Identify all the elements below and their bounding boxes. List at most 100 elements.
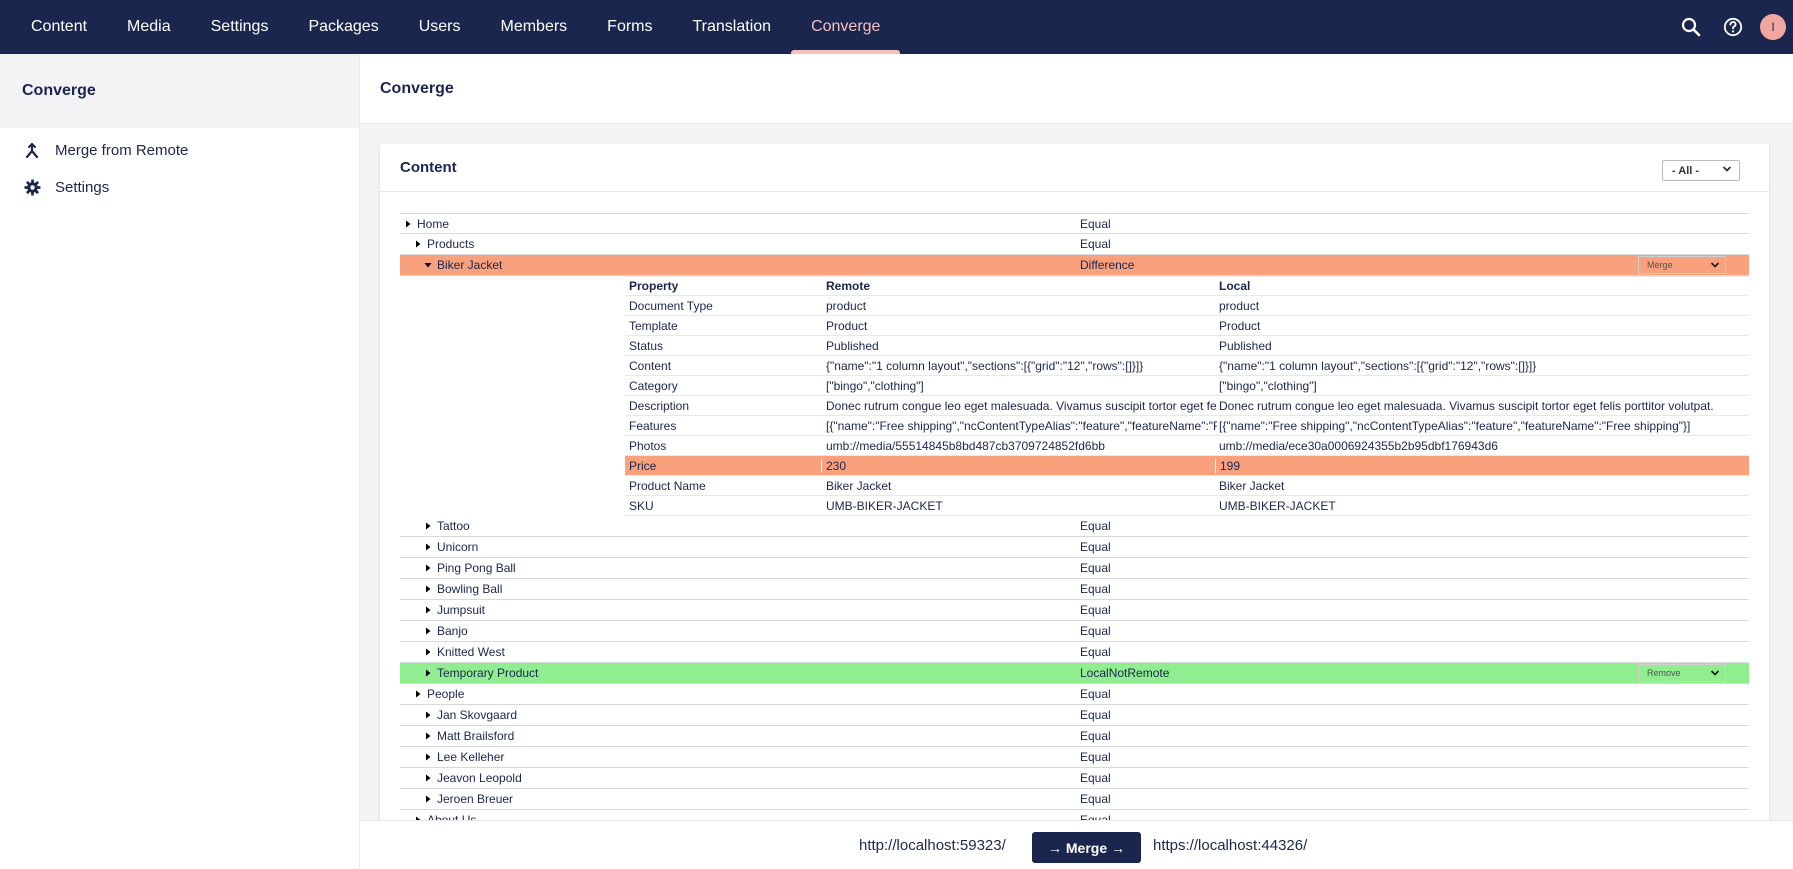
caret-right-icon[interactable] bbox=[424, 648, 432, 656]
nav-item-members[interactable]: Members bbox=[480, 0, 587, 54]
content-tree: Home Equal Products Equal Biker Jacket Differ… bbox=[400, 213, 1749, 820]
property-row: SKU UMB-BIKER-JACKET UMB-BIKER-JACKET bbox=[625, 496, 1749, 516]
caret-right-icon[interactable] bbox=[414, 690, 422, 698]
property-name: Description bbox=[629, 398, 690, 413]
caret-right-icon[interactable] bbox=[424, 774, 432, 782]
tree-row[interactable]: Jan Skovgaard Equal bbox=[400, 705, 1749, 726]
property-row: Category ["bingo","clothing"] ["bingo","cl… bbox=[625, 376, 1749, 396]
tree-row[interactable]: Matt Brailsford Equal bbox=[400, 726, 1749, 747]
tree-row-status: LocalNotRemote bbox=[1080, 666, 1170, 680]
sidebar-title: Converge bbox=[0, 54, 359, 128]
tree-row-status: Equal bbox=[1080, 624, 1111, 638]
caret-right-icon[interactable] bbox=[424, 564, 432, 572]
remote-value: 230 bbox=[821, 458, 1213, 473]
page-title: Converge bbox=[360, 54, 1793, 124]
caret-down-icon[interactable] bbox=[424, 261, 432, 269]
tree-row[interactable]: Products Equal bbox=[400, 234, 1749, 255]
top-right-tools: I bbox=[1670, 0, 1793, 54]
tree-row[interactable]: Banjo Equal bbox=[400, 621, 1749, 642]
tree-row[interactable]: Tattoo Equal bbox=[400, 516, 1749, 537]
tree-row[interactable]: Temporary Product LocalNotRemote Remove bbox=[400, 663, 1749, 684]
caret-right-icon[interactable] bbox=[424, 606, 432, 614]
caret-right-icon[interactable] bbox=[424, 543, 432, 551]
property-row: Content {"name":"1 column layout","sectio… bbox=[625, 356, 1749, 376]
tree-row-name: Jan Skovgaard bbox=[437, 708, 518, 722]
column-header: Local bbox=[1219, 279, 1251, 293]
nav-item-converge[interactable]: Converge bbox=[791, 0, 901, 54]
property-name: Product Name bbox=[629, 478, 706, 493]
tree-row-status: Equal bbox=[1080, 708, 1111, 722]
tree-row[interactable]: Home Equal bbox=[400, 213, 1749, 234]
caret-right-icon[interactable] bbox=[424, 732, 432, 740]
tree-row-name: Unicorn bbox=[437, 540, 479, 554]
tree-row-name: People bbox=[427, 687, 465, 701]
tree-row[interactable]: Bowling Ball Equal bbox=[400, 579, 1749, 600]
property-name: Status bbox=[629, 338, 664, 353]
local-url: https://localhost:44326/ bbox=[1153, 837, 1308, 854]
merge-footer: http://localhost:59323/ → Merge → https:… bbox=[360, 820, 1793, 869]
nav-item-translation[interactable]: Translation bbox=[673, 0, 792, 54]
status-filter-select[interactable]: - All - bbox=[1662, 160, 1740, 181]
tree-row[interactable]: Knitted West Equal bbox=[400, 642, 1749, 663]
nav-item-content[interactable]: Content bbox=[11, 0, 107, 54]
nav-item-media[interactable]: Media bbox=[107, 0, 191, 54]
sidebar-item-merge-from-remote[interactable]: Merge from Remote bbox=[0, 132, 359, 169]
panel-header: Content - All - bbox=[380, 144, 1769, 192]
caret-right-icon[interactable] bbox=[424, 669, 432, 677]
caret-right-icon[interactable] bbox=[424, 795, 432, 803]
tree-row[interactable]: People Equal bbox=[400, 684, 1749, 705]
local-value: {"name":"1 column layout","sections":[{"… bbox=[1219, 358, 1537, 373]
tree-row-status: Equal bbox=[1080, 645, 1111, 659]
tree-row[interactable]: About Us Equal bbox=[400, 810, 1749, 820]
caret-right-icon[interactable] bbox=[424, 522, 432, 530]
row-action-select[interactable]: Merge bbox=[1638, 256, 1726, 274]
local-value: product bbox=[1219, 298, 1260, 313]
property-name: SKU bbox=[629, 498, 654, 513]
merge-button[interactable]: → Merge → bbox=[1032, 832, 1141, 863]
nav-item-settings[interactable]: Settings bbox=[191, 0, 289, 54]
sidebar-item-settings[interactable]: Settings bbox=[0, 169, 359, 206]
caret-right-icon[interactable] bbox=[424, 627, 432, 635]
local-value: Published bbox=[1219, 338, 1272, 353]
nav-item-packages[interactable]: Packages bbox=[288, 0, 398, 54]
nav-item-users[interactable]: Users bbox=[399, 0, 481, 54]
property-row: Document Type product product bbox=[625, 296, 1749, 316]
local-value: Product bbox=[1219, 318, 1261, 333]
remote-url: http://localhost:59323/ bbox=[859, 837, 1006, 854]
tree-row[interactable]: Jumpsuit Equal bbox=[400, 600, 1749, 621]
nav-item-forms[interactable]: Forms bbox=[587, 0, 672, 54]
tree-row-status: Equal bbox=[1080, 582, 1111, 596]
tree-row-status: Equal bbox=[1080, 603, 1111, 617]
search-icon[interactable] bbox=[1670, 0, 1712, 54]
tree-row[interactable]: Ping Pong Ball Equal bbox=[400, 558, 1749, 579]
caret-right-icon[interactable] bbox=[404, 220, 412, 228]
tree-row[interactable]: Biker Jacket Difference Merge bbox=[400, 255, 1749, 276]
tree-row-name: Jeavon Leopold bbox=[437, 771, 522, 785]
help-icon[interactable] bbox=[1712, 0, 1754, 54]
sidebar-item-label: Merge from Remote bbox=[55, 142, 189, 159]
tree-row[interactable]: Unicorn Equal bbox=[400, 537, 1749, 558]
caret-right-icon[interactable] bbox=[424, 585, 432, 593]
tree-row[interactable]: Jeroen Breuer Equal bbox=[400, 789, 1749, 810]
tree-row-name: Home bbox=[417, 216, 450, 231]
avatar[interactable]: I bbox=[1760, 14, 1786, 40]
row-action-select[interactable]: Remove bbox=[1638, 664, 1726, 682]
sidebar-item-label: Settings bbox=[55, 179, 110, 196]
remote-value: umb://media/55514845b8bd487cb3709724852f… bbox=[826, 438, 1105, 453]
caret-right-icon[interactable] bbox=[414, 240, 422, 248]
tree-row[interactable]: Lee Kelleher Equal bbox=[400, 747, 1749, 768]
remote-value: Donec rutrum congue leo eget malesuada. … bbox=[826, 398, 1217, 413]
tree-row-status: Equal bbox=[1080, 792, 1111, 806]
caret-right-icon[interactable] bbox=[424, 711, 432, 719]
local-value: Biker Jacket bbox=[1219, 478, 1285, 493]
remote-value: Biker Jacket bbox=[826, 478, 892, 493]
remote-value: product bbox=[826, 298, 867, 313]
property-row: Status Published Published bbox=[625, 336, 1749, 356]
panel-title: Content bbox=[400, 159, 457, 176]
local-value: [{"name":"Free shipping","ncContentTypeA… bbox=[1219, 418, 1691, 433]
chevron-down-icon bbox=[1710, 260, 1720, 272]
caret-right-icon[interactable] bbox=[424, 753, 432, 761]
tree-row[interactable]: Jeavon Leopold Equal bbox=[400, 768, 1749, 789]
local-value: ["bingo","clothing"] bbox=[1219, 378, 1317, 393]
property-row: Price 230 199 bbox=[625, 456, 1749, 476]
